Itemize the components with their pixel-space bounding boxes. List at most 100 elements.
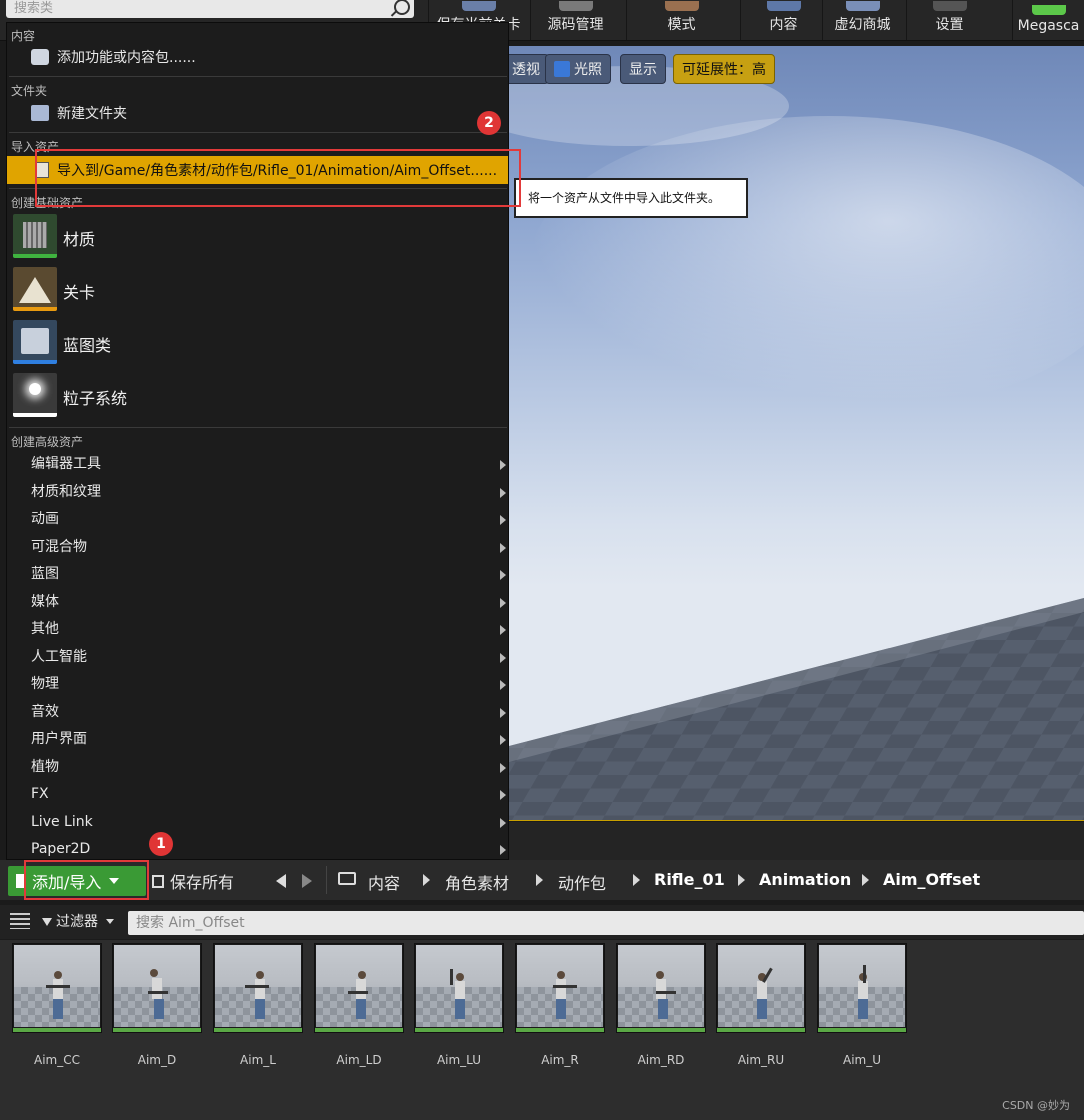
filters-button[interactable]: 过滤器	[42, 911, 115, 931]
submenu-blendables[interactable]: 可混合物	[31, 534, 508, 560]
chevron-right-icon	[500, 625, 506, 635]
submenu-ai[interactable]: 人工智能	[31, 644, 508, 670]
submenu-label: 材质和纹理	[31, 484, 101, 500]
asset-type-bar	[818, 1028, 906, 1032]
breadcrumb-separator-icon[interactable]	[862, 874, 869, 886]
asset-name: Aim_L	[240, 1053, 276, 1067]
marketplace-icon	[845, 1, 880, 11]
class-search-input[interactable]: 搜索类	[6, 0, 414, 18]
show-label: 显示	[629, 62, 657, 78]
submenu-materials-textures[interactable]: 材质和纹理	[31, 479, 508, 505]
chevron-right-icon	[500, 763, 506, 773]
submenu-label: Paper2D	[31, 841, 91, 857]
asset-tile[interactable]	[716, 943, 806, 1033]
back-arrow-icon[interactable]	[276, 874, 286, 888]
character-icon	[858, 965, 868, 1019]
breadcrumb-separator-icon[interactable]	[738, 874, 745, 886]
forward-arrow-icon[interactable]	[302, 874, 312, 888]
level-label: 关卡	[63, 283, 96, 302]
show-chip[interactable]: 显示	[620, 54, 666, 84]
asset-type-bar	[113, 1028, 201, 1032]
breadcrumb-content[interactable]: 内容	[368, 870, 400, 894]
content-section-header: 内容	[11, 29, 36, 43]
breadcrumb-separator-icon[interactable]	[633, 874, 640, 886]
particle-color-bar	[13, 413, 57, 417]
asset-name: Aim_RU	[737, 1053, 785, 1067]
submenu-foliage[interactable]: 植物	[31, 754, 508, 780]
asset-tile[interactable]	[817, 943, 907, 1033]
create-blueprint-class-item[interactable]: 蓝图类	[11, 318, 508, 368]
animation-thumbnail	[517, 945, 603, 1027]
modes-button[interactable]: 模式	[626, 0, 736, 40]
scalability-chip[interactable]: 可延展性：高	[673, 54, 775, 84]
advanced-assets-header: 创建高级资产	[11, 435, 84, 449]
character-icon	[757, 967, 773, 1019]
asset-type-bar	[214, 1028, 302, 1032]
add-feature-pack-item[interactable]: 添加功能或内容包......	[7, 44, 508, 70]
asset-tile[interactable]	[414, 943, 504, 1033]
divider	[326, 866, 327, 894]
asset-search-input[interactable]: 搜索 Aim_Offset	[128, 911, 1084, 935]
submenu-user-interface[interactable]: 用户界面	[31, 726, 508, 752]
lighting-chip[interactable]: 光照	[545, 54, 611, 84]
submenu-editor-tools[interactable]: 编辑器工具	[31, 451, 508, 477]
breadcrumb-anim-pack[interactable]: 动作包	[558, 870, 606, 894]
asset-tile[interactable]	[314, 943, 404, 1033]
animation-thumbnail	[316, 945, 402, 1027]
annotation-badge-1: 1	[149, 832, 173, 856]
level-color-bar	[13, 307, 57, 311]
level-viewport[interactable]: 透视 光照 显示 可延展性：高	[509, 46, 1084, 820]
submenu-label: 其他	[31, 621, 59, 637]
asset-type-bar	[516, 1028, 604, 1032]
asset-name: Aim_LU	[436, 1053, 482, 1067]
submenu-label: Live Link	[31, 814, 93, 830]
breadcrumb-animation[interactable]: Animation	[759, 870, 851, 889]
chevron-right-icon	[500, 515, 506, 525]
breadcrumb-separator-icon[interactable]	[423, 874, 430, 886]
save-icon	[152, 874, 164, 888]
new-folder-item[interactable]: 新建文件夹	[7, 100, 508, 126]
asset-tile[interactable]	[112, 943, 202, 1033]
submenu-live-link[interactable]: Live Link	[31, 809, 508, 835]
submenu-fx[interactable]: FX	[31, 781, 508, 807]
submenu-blueprints[interactable]: 蓝图	[31, 561, 508, 587]
submenu-misc[interactable]: 其他	[31, 616, 508, 642]
breadcrumb-separator-icon[interactable]	[536, 874, 543, 886]
perspective-chip[interactable]: 透视	[509, 54, 549, 84]
annotation-box-add-import	[24, 860, 149, 900]
chevron-right-icon	[500, 653, 506, 663]
material-color-bar	[13, 254, 57, 258]
submenu-animation[interactable]: 动画	[31, 506, 508, 532]
save-all-button[interactable]: 保存所有	[152, 866, 234, 896]
asset-tile[interactable]	[213, 943, 303, 1033]
folder-icon[interactable]	[338, 872, 356, 885]
add-import-menu: 内容 添加功能或内容包...... 文件夹 新建文件夹 导入资产 导入到/Gam…	[6, 22, 509, 860]
submenu-paper2d[interactable]: Paper2D	[31, 836, 508, 862]
import-tooltip: 将一个资产从文件中导入此文件夹。	[514, 178, 748, 218]
asset-tile[interactable]	[616, 943, 706, 1033]
asset-tile[interactable]	[12, 943, 102, 1033]
blueprint-color-bar	[13, 360, 57, 364]
chevron-right-icon	[500, 845, 506, 855]
filters-label: 过滤器	[56, 914, 98, 930]
source-control-button[interactable]: 源码管理	[530, 0, 620, 40]
content-button[interactable]: 内容	[740, 0, 826, 40]
create-particle-system-item[interactable]: 粒子系统	[11, 371, 508, 421]
breadcrumb-rifle01[interactable]: Rifle_01	[654, 870, 725, 889]
breadcrumb-character-assets[interactable]: 角色素材	[445, 870, 509, 894]
submenu-media[interactable]: 媒体	[31, 589, 508, 615]
breadcrumb-aim-offset[interactable]: Aim_Offset	[883, 870, 980, 889]
settings-button[interactable]: 设置	[906, 0, 992, 40]
sources-panel-icon[interactable]	[10, 913, 30, 929]
settings-label: 设置	[935, 17, 964, 33]
character-icon	[450, 969, 465, 1019]
submenu-sounds[interactable]: 音效	[31, 699, 508, 725]
marketplace-button[interactable]: 虚幻商城	[822, 0, 902, 40]
particle-system-icon	[13, 373, 57, 417]
megascans-button[interactable]: Megasca	[1012, 0, 1084, 40]
asset-tile[interactable]	[515, 943, 605, 1033]
submenu-physics[interactable]: 物理	[31, 671, 508, 697]
create-level-item[interactable]: 关卡	[11, 265, 508, 315]
create-material-item[interactable]: 材质	[11, 212, 508, 262]
character-icon	[348, 971, 368, 1019]
